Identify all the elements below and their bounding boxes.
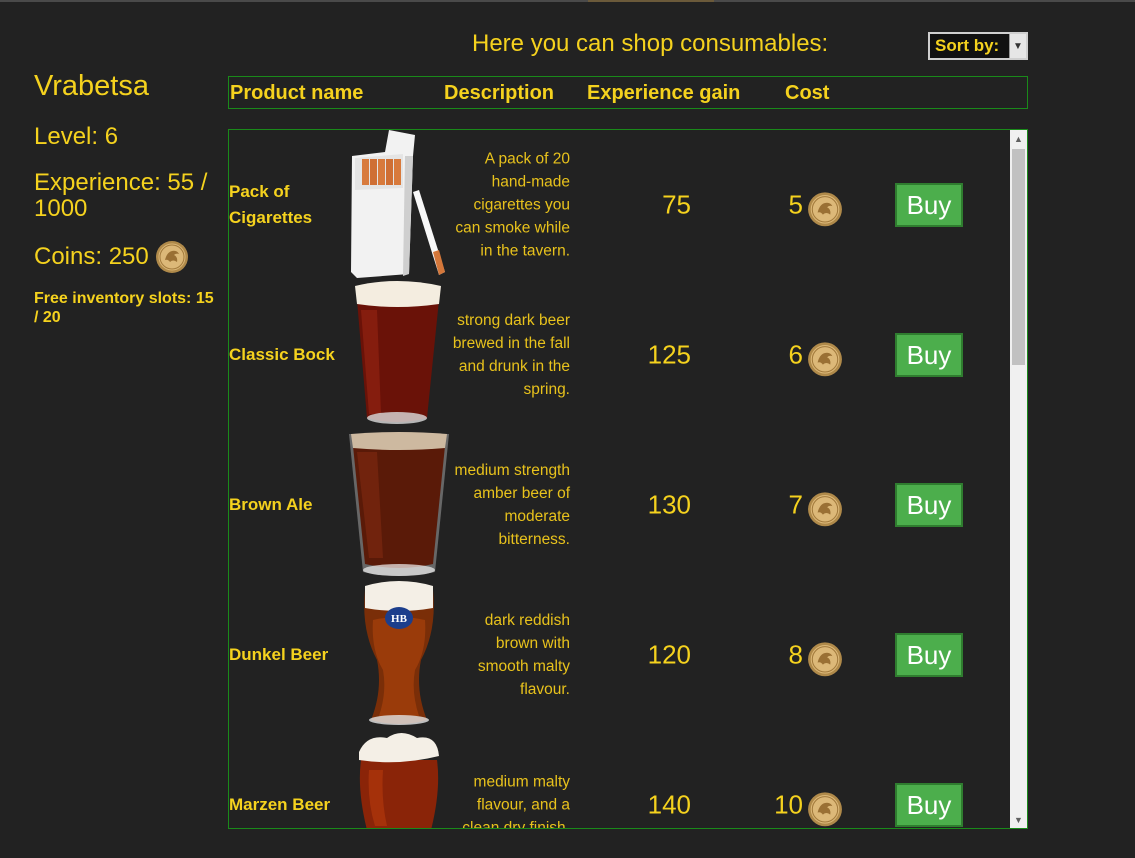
product-row: Dunkel Beer HB dark reddish brown with s… [229,580,1011,730]
buy-button[interactable]: Buy [895,333,963,377]
column-header-experience-gain: Experience gain [587,82,741,104]
product-cost: 7 [788,489,803,520]
coin-icon [807,341,843,377]
buy-button[interactable]: Buy [895,783,963,827]
product-list[interactable]: Pack of Cigarettes A pack of 20 hand-mad… [228,129,1028,829]
product-cost: 8 [788,639,803,670]
player-coins: Coins: 250 [34,240,189,274]
product-row: Marzen Beer medium malty flavour, and a … [229,730,1011,829]
buy-button[interactable]: Buy [895,483,963,527]
product-row: Pack of Cigarettes A pack of 20 hand-mad… [229,130,1011,280]
chevron-down-icon[interactable]: ▼ [1009,34,1026,58]
player-name: Vrabetsa [34,70,149,102]
product-name: Marzen Beer [229,795,331,814]
sort-by-label: Sort by: [935,36,1000,55]
product-description: strong dark beer brewed in the fall and … [452,312,570,398]
scroll-up-icon[interactable]: ▲ [1010,130,1027,147]
player-coins-label: Coins: 250 [34,243,149,270]
product-name: Pack of Cigarettes [229,182,313,227]
coin-icon [807,191,843,227]
dunkel-beer-glass-icon: HB [347,580,455,730]
coin-icon [807,641,843,677]
coin-icon [807,491,843,527]
product-cost: 5 [788,189,803,220]
experience-gain: 130 [647,489,691,520]
product-name: Dunkel Beer [229,645,329,664]
experience-gain: 75 [662,189,691,220]
column-header-description: Description [444,82,555,104]
product-name: Classic Bock [229,345,335,364]
dark-beer-pint-icon [347,280,455,430]
product-cost: 6 [788,339,803,370]
scroll-down-icon[interactable]: ▼ [1010,811,1027,828]
product-description: A pack of 20 hand-made cigarettes you ca… [455,150,570,260]
column-header-product-name: Product name [230,82,364,104]
product-description: dark reddish brown with smooth malty fla… [477,612,570,698]
experience-gain: 140 [647,789,691,820]
vertical-scrollbar[interactable]: ▲ ▼ [1010,130,1027,828]
free-inventory-slots: Free inventory slots: 15 / 20 [34,290,214,326]
coin-icon [807,791,843,827]
buy-button[interactable]: Buy [895,633,963,677]
top-border [0,0,1135,2]
product-description: medium strength amber beer of moderate b… [454,462,570,548]
cigarette-pack-icon [347,130,455,280]
player-experience: Experience: 55 / 1000 [34,169,208,222]
column-header-cost: Cost [785,82,830,104]
experience-gain: 120 [647,639,691,670]
product-name: Brown Ale [229,495,313,514]
table-header: Product name Description Experience gain… [228,76,1028,109]
top-ornament [588,0,714,2]
svg-text:HB: HB [391,613,408,625]
product-cost: 10 [774,789,803,820]
player-level: Level: 6 [34,123,119,150]
shop-heading: Here you can shop consumables: [472,30,829,57]
sort-by-select[interactable]: Sort by: ▼ [928,32,1028,60]
buy-button[interactable]: Buy [895,183,963,227]
product-row: Classic Bock strong dark beer brewed in … [229,280,1011,430]
marzen-beer-glass-icon [347,730,455,828]
experience-gain: 125 [647,339,691,370]
brown-ale-glass-icon [347,430,455,580]
coin-icon [155,240,189,274]
product-description: medium malty flavour, and a clean dry fi… [462,773,570,829]
scrollbar-thumb[interactable] [1012,149,1025,365]
product-row: Brown Ale medium strength amber beer of … [229,430,1011,580]
